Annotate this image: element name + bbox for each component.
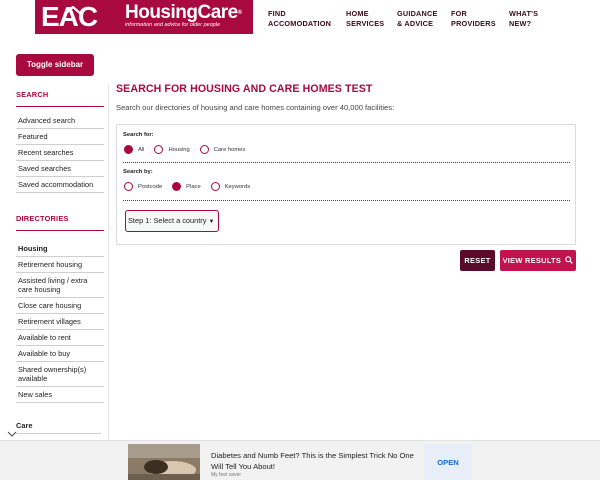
- divider: [123, 162, 570, 163]
- radio-postcode[interactable]: Postcode: [124, 182, 162, 191]
- sidebar-directories-list: Housing Retirement housing Assisted livi…: [16, 241, 104, 403]
- sidebar-directories-heading: DIRECTORIES: [16, 214, 104, 231]
- nav-for-providers[interactable]: FOR PROVIDERS: [451, 9, 509, 28]
- sidebar-item-retirement-villages[interactable]: Retirement villages: [16, 314, 104, 330]
- sidebar-search-section: SEARCH Advanced search Featured Recent s…: [16, 90, 104, 193]
- site-header: EAC HousingCare® information and advice …: [0, 0, 600, 38]
- radio-keywords[interactable]: Keywords: [210, 182, 251, 191]
- ad-title[interactable]: Diabetes and Numb Feet? This is the Simp…: [211, 450, 416, 472]
- radio-label: Care homes: [213, 146, 246, 153]
- radio-housing[interactable]: Housing: [154, 145, 190, 154]
- search-by-options: Postcode Place Keywords: [124, 182, 260, 191]
- house-roof-icon: [63, 6, 83, 16]
- radio-circle[interactable]: [154, 145, 164, 154]
- sidebar-item-new-sales[interactable]: New sales: [16, 387, 104, 403]
- ad-open-button[interactable]: OPEN: [424, 444, 472, 480]
- radio-circle[interactable]: [210, 182, 220, 191]
- site-logo[interactable]: EAC HousingCare® information and advice …: [35, 0, 253, 34]
- search-form-panel: Search for: All Housing Care homes Searc…: [116, 124, 576, 245]
- chevron-down-icon: ▼: [208, 219, 215, 225]
- country-select-value: Step 1: Select a country: [128, 216, 207, 225]
- sidebar-item-available-to-buy[interactable]: Available to buy: [16, 346, 104, 362]
- chevron-down-icon[interactable]: [6, 430, 18, 438]
- sidebar-item-housing[interactable]: Housing: [16, 241, 104, 257]
- sidebar-item-saved-accommodation[interactable]: Saved accommodation: [16, 177, 104, 193]
- sidebar-item-recent-searches[interactable]: Recent searches: [16, 145, 104, 161]
- nav-guidance-advice[interactable]: GUIDANCE & ADVICE: [397, 9, 451, 28]
- radio-circle-selected[interactable]: [124, 145, 133, 154]
- sidebar-item-assisted-living[interactable]: Assisted living / extra care housing: [16, 273, 104, 298]
- main-content: SEARCH FOR HOUSING AND CARE HOMES TEST S…: [116, 83, 576, 271]
- sidebar-item-care[interactable]: Care: [16, 421, 32, 430]
- radio-place[interactable]: Place: [172, 182, 201, 191]
- radio-label: Place: [186, 183, 201, 190]
- radio-care-homes[interactable]: Care homes: [199, 145, 246, 154]
- view-results-label: VIEW RESULTS: [502, 256, 562, 265]
- radio-label: Housing: [168, 146, 190, 153]
- sidebar-search-heading: SEARCH: [16, 90, 104, 107]
- country-select[interactable]: Step 1: Select a country ▼: [125, 210, 219, 232]
- radio-circle[interactable]: [124, 182, 133, 191]
- sidebar-item-available-to-rent[interactable]: Available to rent: [16, 330, 104, 346]
- radio-circle[interactable]: [199, 145, 209, 154]
- radio-all[interactable]: All: [124, 145, 144, 154]
- search-by-label: Search by:: [123, 169, 153, 175]
- sidebar: SEARCH Advanced search Featured Recent s…: [16, 90, 104, 403]
- reset-button[interactable]: RESET: [460, 250, 495, 271]
- logo-title: HousingCare®: [125, 2, 242, 23]
- search-icon: [565, 256, 574, 264]
- sidebar-item-advanced-search[interactable]: Advanced search: [16, 113, 104, 129]
- radio-label: Postcode: [138, 183, 163, 190]
- sidebar-item-close-care-housing[interactable]: Close care housing: [16, 298, 104, 314]
- sidebar-item-retirement-housing[interactable]: Retirement housing: [16, 257, 104, 273]
- radio-label: All: [138, 146, 145, 153]
- nav-whats-new[interactable]: WHAT'S NEW?: [509, 9, 549, 28]
- sidebar-item-featured[interactable]: Featured: [16, 129, 104, 145]
- sidebar-directories-section: DIRECTORIES Housing Retirement housing A…: [16, 214, 104, 403]
- radio-label: Keywords: [224, 183, 251, 190]
- divider: [16, 433, 101, 434]
- search-for-options: All Housing Care homes: [124, 145, 255, 154]
- sidebar-item-saved-searches[interactable]: Saved searches: [16, 161, 104, 177]
- main-nav: FIND ACCOMODATION HOME SERVICES GUIDANCE…: [268, 9, 549, 28]
- ad-source: My feet saver: [211, 472, 242, 478]
- sidebar-search-list: Advanced search Featured Recent searches…: [16, 113, 104, 193]
- nav-home-services[interactable]: HOME SERVICES: [346, 9, 397, 28]
- toggle-sidebar-button[interactable]: Toggle sidebar: [16, 54, 94, 76]
- sidebar-item-shared-ownership[interactable]: Shared ownership(s) available: [16, 362, 104, 387]
- nav-find-accomodation[interactable]: FIND ACCOMODATION: [268, 9, 346, 28]
- ad-banner[interactable]: Diabetes and Numb Feet? This is the Simp…: [0, 440, 600, 480]
- divider: [123, 200, 570, 201]
- logo-tagline: information and advice for older people: [125, 22, 221, 28]
- ad-image[interactable]: [128, 444, 200, 480]
- search-for-label: Search for:: [123, 132, 154, 138]
- view-results-button[interactable]: VIEW RESULTS: [500, 250, 576, 271]
- page-subtitle: Search our directories of housing and ca…: [116, 103, 395, 112]
- page-title: SEARCH FOR HOUSING AND CARE HOMES TEST: [116, 83, 373, 95]
- radio-circle-selected[interactable]: [172, 182, 182, 191]
- sidebar-divider: [108, 84, 109, 440]
